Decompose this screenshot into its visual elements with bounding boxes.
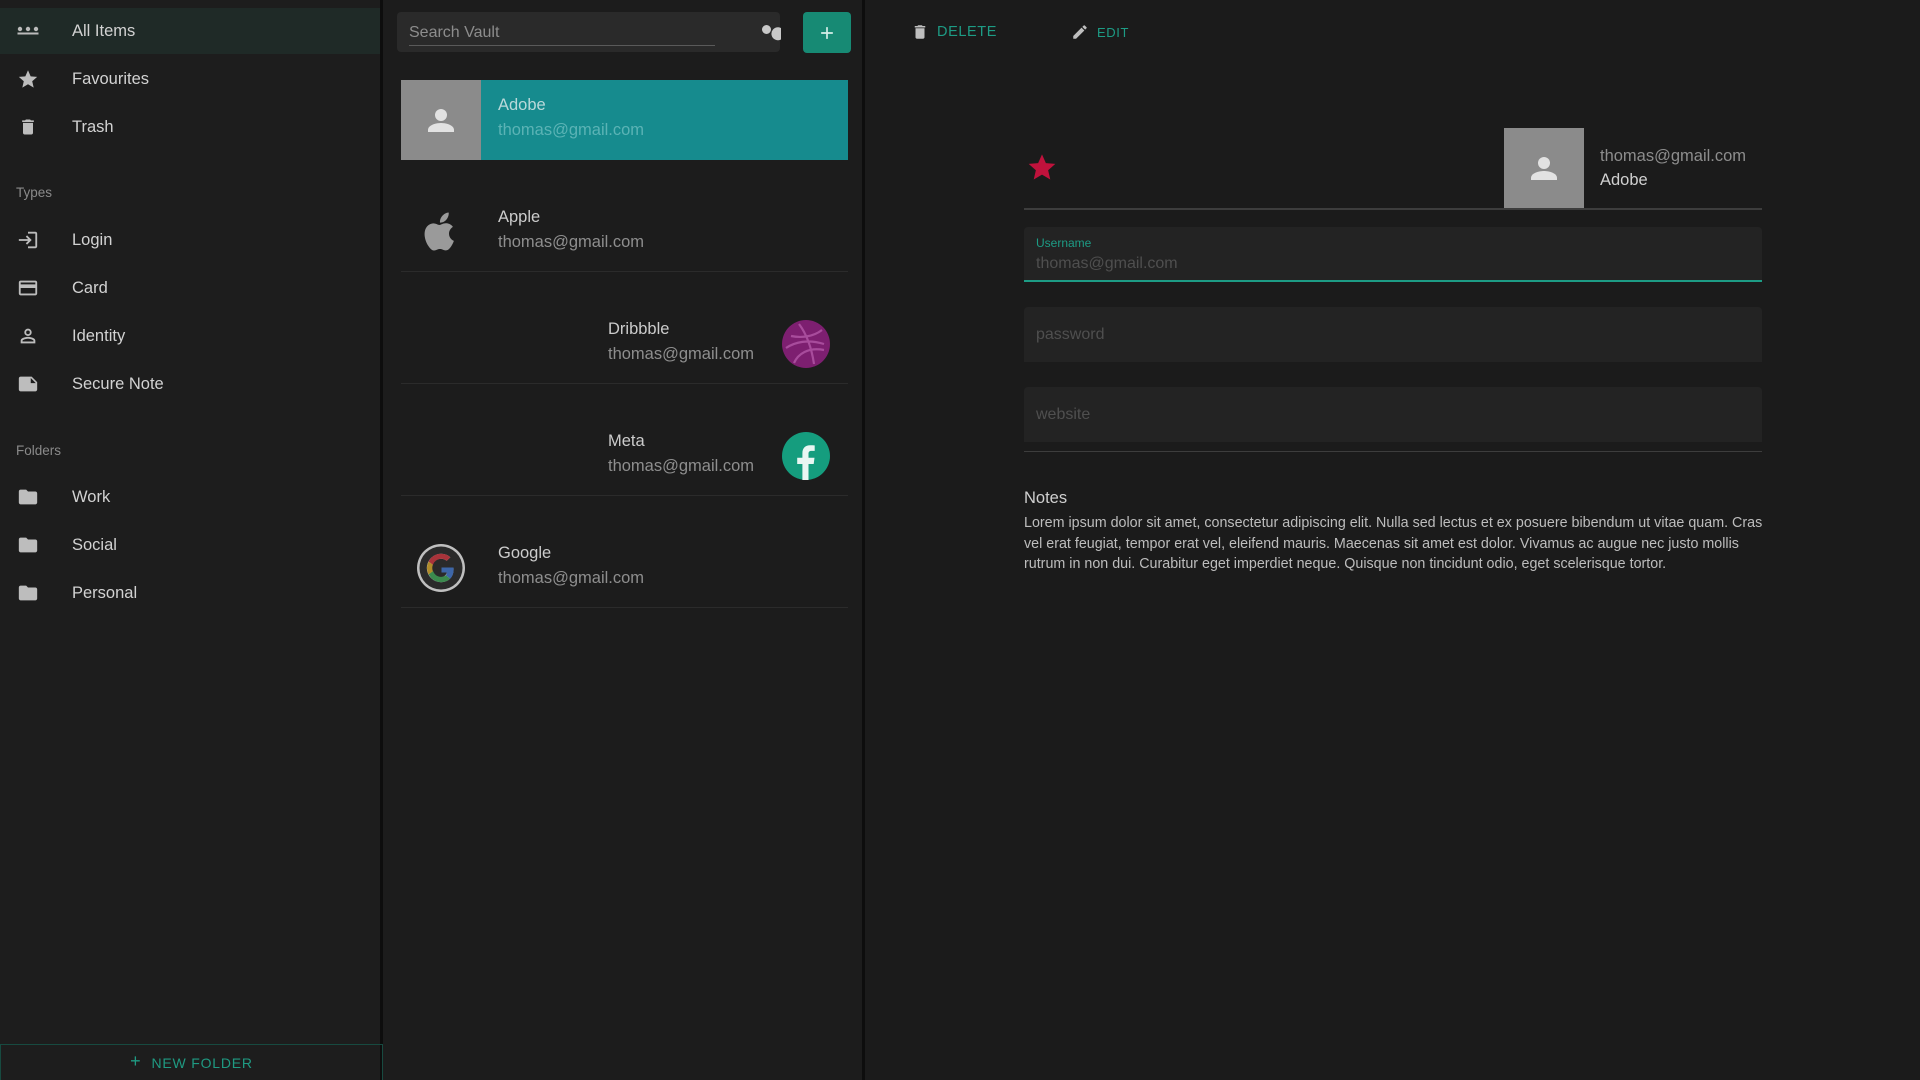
sidebar-item-label: Social	[72, 535, 117, 554]
sidebar-item-favourites[interactable]: Favourites	[0, 56, 380, 102]
plus-icon	[821, 26, 833, 39]
website-field	[1024, 387, 1762, 442]
pencil-icon	[1073, 25, 1087, 39]
sidebar-item-social[interactable]: Social	[0, 522, 380, 568]
edit-button[interactable]: EDIT	[1071, 20, 1129, 44]
folder-icon	[16, 581, 40, 605]
vault-item-name: Apple	[498, 208, 541, 226]
favourite-star-icon[interactable]	[1026, 151, 1058, 183]
vault-item-meta[interactable]: Meta thomas@gmail.com	[401, 416, 848, 496]
star-icon	[16, 67, 40, 91]
sidebar-item-card[interactable]: Card	[0, 265, 380, 311]
divider	[1024, 208, 1762, 210]
sidebar-item-label: Card	[72, 278, 108, 297]
vault-item-adobe[interactable]: Adobe thomas@gmail.com	[401, 80, 848, 160]
delete-label: DELETE	[937, 24, 998, 40]
website-input[interactable]	[1036, 403, 1736, 427]
person-icon	[401, 80, 481, 160]
google-icon	[401, 528, 481, 608]
sidebar-item-label: All Items	[72, 21, 136, 40]
vault-item-username: thomas@gmail.com	[498, 121, 645, 139]
trash-icon	[914, 25, 926, 39]
sidebar-item-label: Secure Note	[72, 374, 164, 393]
types-header: Types	[16, 185, 53, 200]
delete-button[interactable]: DELETE	[911, 20, 997, 44]
vault-item-username: thomas@gmail.com	[498, 233, 645, 251]
sidebar-item-trash[interactable]: Trash	[0, 104, 380, 150]
vault-item-dribbble[interactable]: Dribbble thomas@gmail.com	[401, 304, 848, 384]
folder-icon	[16, 533, 40, 557]
sidebar: All Items Favourites Trash Types Login C…	[0, 0, 383, 1080]
new-folder-button[interactable]: + NEW FOLDER	[0, 1044, 383, 1080]
vault-item-name: Google	[498, 544, 552, 562]
detail-name: Adobe	[1600, 171, 1648, 189]
divider	[1024, 451, 1762, 452]
search-input[interactable]	[409, 20, 715, 46]
vault-item-name: Adobe	[498, 96, 546, 114]
sidebar-item-label: Identity	[72, 326, 126, 345]
password-field	[1024, 307, 1762, 362]
username-label: Username	[1036, 236, 1092, 250]
notes-body: Lorem ipsum dolor sit amet, consectetur …	[1024, 515, 1763, 572]
sidebar-item-identity[interactable]: Identity	[0, 313, 380, 359]
vault-item-username: thomas@gmail.com	[608, 457, 755, 475]
person-icon	[1504, 128, 1584, 208]
folder-icon	[16, 485, 40, 509]
sidebar-item-login[interactable]: Login	[0, 217, 380, 263]
sidebar-item-all-items[interactable]: All Items	[0, 8, 380, 54]
edit-label: EDIT	[1097, 24, 1130, 40]
note-icon	[16, 372, 40, 396]
card-icon	[16, 276, 40, 300]
vault-item-google[interactable]: Google thomas@gmail.com	[401, 528, 848, 608]
username-input[interactable]	[1036, 252, 1736, 276]
sidebar-item-personal[interactable]: Personal	[0, 570, 380, 616]
new-folder-label: NEW FOLDER	[151, 1054, 253, 1071]
folders-header: Folders	[16, 443, 62, 458]
vault-item-username: thomas@gmail.com	[608, 345, 755, 363]
person-icon	[16, 324, 40, 348]
search-icon[interactable]	[757, 20, 785, 44]
sidebar-item-label: Favourites	[72, 69, 150, 88]
dribbble-icon	[782, 320, 830, 368]
dots-icon	[16, 19, 40, 43]
sidebar-item-work[interactable]: Work	[0, 474, 380, 520]
vault-item-username: thomas@gmail.com	[498, 569, 645, 587]
vault-item-name: Dribbble	[608, 320, 670, 338]
detail-email: thomas@gmail.com	[1600, 147, 1747, 165]
apple-icon	[401, 192, 481, 272]
facebook-icon	[782, 432, 830, 480]
item-detail-panel: DELETE EDIT thomas@gmail.com Adobe Usern…	[865, 0, 1920, 1080]
login-icon	[16, 228, 40, 252]
username-field: Username	[1024, 227, 1762, 282]
vault-item-apple[interactable]: Apple thomas@gmail.com	[401, 192, 848, 272]
vault-item-name: Meta	[608, 432, 645, 450]
search-bar	[397, 12, 785, 52]
sidebar-item-label: Login	[72, 230, 113, 249]
sidebar-item-label: Personal	[72, 583, 138, 602]
add-item-button[interactable]	[803, 12, 851, 53]
sidebar-item-label: Work	[72, 487, 111, 506]
password-input[interactable]	[1036, 323, 1736, 347]
plus-icon: +	[130, 1051, 142, 1071]
sidebar-item-label: Trash	[72, 117, 114, 136]
notes-title: Notes	[1024, 489, 1068, 507]
vault-list-panel: Adobe thomas@gmail.com Apple thomas@gmai…	[383, 0, 865, 1080]
sidebar-item-secure-note[interactable]: Secure Note	[0, 361, 380, 407]
trash-icon	[16, 115, 40, 139]
